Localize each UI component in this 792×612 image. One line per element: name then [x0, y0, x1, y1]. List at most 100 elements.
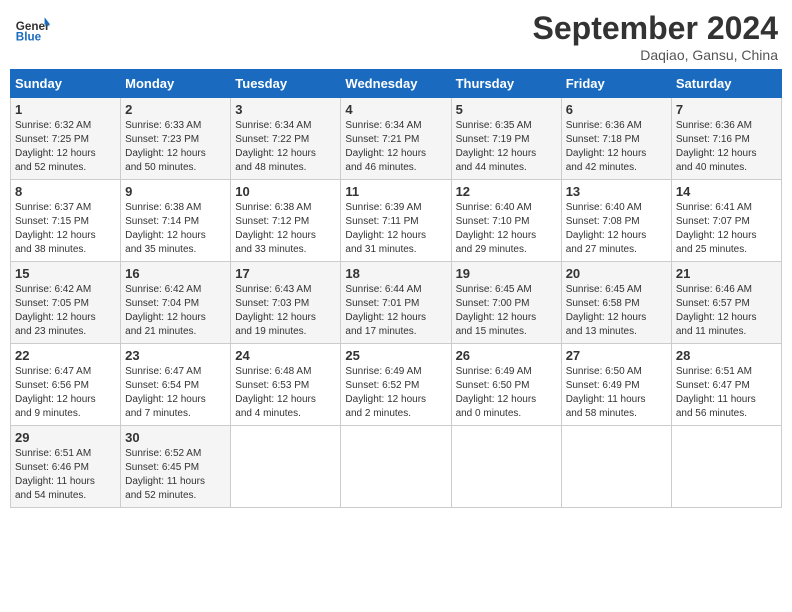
day-number: 20	[566, 266, 667, 281]
day-info: Sunrise: 6:40 AM Sunset: 7:08 PM Dayligh…	[566, 202, 647, 255]
day-info: Sunrise: 6:41 AM Sunset: 7:07 PM Dayligh…	[676, 202, 757, 255]
calendar-cell: 27 Sunrise: 6:50 AM Sunset: 6:49 PM Dayli…	[561, 344, 671, 426]
calendar-cell: 6 Sunrise: 6:36 AM Sunset: 7:18 PM Daylig…	[561, 98, 671, 180]
day-number: 27	[566, 348, 667, 363]
day-number: 30	[125, 430, 226, 445]
day-info: Sunrise: 6:33 AM Sunset: 7:23 PM Dayligh…	[125, 120, 206, 173]
day-info: Sunrise: 6:36 AM Sunset: 7:16 PM Dayligh…	[676, 120, 757, 173]
day-header-wednesday: Wednesday	[341, 70, 451, 98]
calendar-cell	[671, 426, 781, 508]
calendar-cell: 18 Sunrise: 6:44 AM Sunset: 7:01 PM Dayli…	[341, 262, 451, 344]
day-info: Sunrise: 6:47 AM Sunset: 6:54 PM Dayligh…	[125, 366, 206, 419]
day-info: Sunrise: 6:37 AM Sunset: 7:15 PM Dayligh…	[15, 202, 96, 255]
calendar-cell: 16 Sunrise: 6:42 AM Sunset: 7:04 PM Dayli…	[121, 262, 231, 344]
calendar-cell: 21Sunrise: 6:46 AM Sunset: 6:57 PM Dayli…	[671, 262, 781, 344]
calendar-cell: 30 Sunrise: 6:52 AM Sunset: 6:45 PM Dayli…	[121, 426, 231, 508]
svg-text:Blue: Blue	[16, 31, 42, 44]
calendar-cell	[451, 426, 561, 508]
day-info: Sunrise: 6:42 AM Sunset: 7:04 PM Dayligh…	[125, 284, 206, 337]
calendar-cell: 3 Sunrise: 6:34 AM Sunset: 7:22 PM Daylig…	[231, 98, 341, 180]
day-header-tuesday: Tuesday	[231, 70, 341, 98]
day-number: 28	[676, 348, 777, 363]
day-number: 1	[15, 102, 116, 117]
day-number: 3	[235, 102, 336, 117]
calendar-cell: 22 Sunrise: 6:47 AM Sunset: 6:56 PM Dayli…	[11, 344, 121, 426]
day-header-saturday: Saturday	[671, 70, 781, 98]
day-info: Sunrise: 6:34 AM Sunset: 7:22 PM Dayligh…	[235, 120, 316, 173]
calendar-cell: 14Sunrise: 6:41 AM Sunset: 7:07 PM Dayli…	[671, 180, 781, 262]
calendar-cell: 12 Sunrise: 6:40 AM Sunset: 7:10 PM Dayli…	[451, 180, 561, 262]
calendar-cell: 23Sunrise: 6:47 AM Sunset: 6:54 PM Dayli…	[121, 344, 231, 426]
calendar-cell: 2 Sunrise: 6:33 AM Sunset: 7:23 PM Daylig…	[121, 98, 231, 180]
calendar-cell	[341, 426, 451, 508]
calendar-cell: 24Sunrise: 6:48 AM Sunset: 6:53 PM Dayli…	[231, 344, 341, 426]
day-info: Sunrise: 6:50 AM Sunset: 6:49 PM Dayligh…	[566, 366, 646, 419]
day-number: 29	[15, 430, 116, 445]
logo-icon: General Blue	[14, 10, 50, 46]
calendar-cell: 5 Sunrise: 6:35 AM Sunset: 7:19 PM Daylig…	[451, 98, 561, 180]
day-number: 13	[566, 184, 667, 199]
calendar-cell	[231, 426, 341, 508]
day-info: Sunrise: 6:34 AM Sunset: 7:21 PM Dayligh…	[345, 120, 426, 173]
day-info: Sunrise: 6:51 AM Sunset: 6:46 PM Dayligh…	[15, 448, 95, 501]
calendar-cell: 19 Sunrise: 6:45 AM Sunset: 7:00 PM Dayli…	[451, 262, 561, 344]
day-number: 22	[15, 348, 116, 363]
day-info: Sunrise: 6:52 AM Sunset: 6:45 PM Dayligh…	[125, 448, 205, 501]
title-block: September 2024 Daqiao, Gansu, China	[533, 10, 778, 63]
day-header-monday: Monday	[121, 70, 231, 98]
location-subtitle: Daqiao, Gansu, China	[533, 47, 778, 63]
calendar-cell: 11Sunrise: 6:39 AM Sunset: 7:11 PM Dayli…	[341, 180, 451, 262]
logo: General Blue	[14, 10, 50, 46]
day-info: Sunrise: 6:38 AM Sunset: 7:14 PM Dayligh…	[125, 202, 206, 255]
days-header-row: SundayMondayTuesdayWednesdayThursdayFrid…	[11, 70, 782, 98]
day-number: 24	[235, 348, 336, 363]
day-info: Sunrise: 6:45 AM Sunset: 7:00 PM Dayligh…	[456, 284, 537, 337]
calendar-cell: 15 Sunrise: 6:42 AM Sunset: 7:05 PM Dayli…	[11, 262, 121, 344]
day-number: 2	[125, 102, 226, 117]
day-number: 17	[235, 266, 336, 281]
day-info: Sunrise: 6:36 AM Sunset: 7:18 PM Dayligh…	[566, 120, 647, 173]
calendar-cell: 29 Sunrise: 6:51 AM Sunset: 6:46 PM Dayli…	[11, 426, 121, 508]
day-number: 6	[566, 102, 667, 117]
day-header-thursday: Thursday	[451, 70, 561, 98]
calendar-table: SundayMondayTuesdayWednesdayThursdayFrid…	[10, 69, 782, 508]
calendar-cell: 26Sunrise: 6:49 AM Sunset: 6:50 PM Dayli…	[451, 344, 561, 426]
calendar-cell: 7Sunrise: 6:36 AM Sunset: 7:16 PM Daylig…	[671, 98, 781, 180]
week-row-3: 15 Sunrise: 6:42 AM Sunset: 7:05 PM Dayli…	[11, 262, 782, 344]
day-number: 9	[125, 184, 226, 199]
day-info: Sunrise: 6:44 AM Sunset: 7:01 PM Dayligh…	[345, 284, 426, 337]
page-header: General Blue September 2024 Daqiao, Gans…	[10, 10, 782, 63]
day-info: Sunrise: 6:35 AM Sunset: 7:19 PM Dayligh…	[456, 120, 537, 173]
calendar-cell: 1 Sunrise: 6:32 AM Sunset: 7:25 PM Daylig…	[11, 98, 121, 180]
day-info: Sunrise: 6:42 AM Sunset: 7:05 PM Dayligh…	[15, 284, 96, 337]
day-number: 5	[456, 102, 557, 117]
day-info: Sunrise: 6:47 AM Sunset: 6:56 PM Dayligh…	[15, 366, 96, 419]
week-row-5: 29 Sunrise: 6:51 AM Sunset: 6:46 PM Dayli…	[11, 426, 782, 508]
calendar-cell: 20Sunrise: 6:45 AM Sunset: 6:58 PM Dayli…	[561, 262, 671, 344]
calendar-cell: 17 Sunrise: 6:43 AM Sunset: 7:03 PM Dayli…	[231, 262, 341, 344]
calendar-cell: 13 Sunrise: 6:40 AM Sunset: 7:08 PM Dayli…	[561, 180, 671, 262]
day-number: 18	[345, 266, 446, 281]
day-number: 16	[125, 266, 226, 281]
day-number: 15	[15, 266, 116, 281]
day-number: 19	[456, 266, 557, 281]
calendar-cell: 8 Sunrise: 6:37 AM Sunset: 7:15 PM Daylig…	[11, 180, 121, 262]
day-info: Sunrise: 6:32 AM Sunset: 7:25 PM Dayligh…	[15, 120, 96, 173]
day-number: 21	[676, 266, 777, 281]
day-info: Sunrise: 6:43 AM Sunset: 7:03 PM Dayligh…	[235, 284, 316, 337]
week-row-2: 8 Sunrise: 6:37 AM Sunset: 7:15 PM Daylig…	[11, 180, 782, 262]
day-number: 8	[15, 184, 116, 199]
day-info: Sunrise: 6:40 AM Sunset: 7:10 PM Dayligh…	[456, 202, 537, 255]
day-info: Sunrise: 6:49 AM Sunset: 6:52 PM Dayligh…	[345, 366, 426, 419]
day-header-sunday: Sunday	[11, 70, 121, 98]
day-info: Sunrise: 6:49 AM Sunset: 6:50 PM Dayligh…	[456, 366, 537, 419]
calendar-cell: 28 Sunrise: 6:51 AM Sunset: 6:47 PM Dayli…	[671, 344, 781, 426]
day-header-friday: Friday	[561, 70, 671, 98]
day-number: 12	[456, 184, 557, 199]
day-number: 4	[345, 102, 446, 117]
week-row-4: 22 Sunrise: 6:47 AM Sunset: 6:56 PM Dayli…	[11, 344, 782, 426]
day-number: 25	[345, 348, 446, 363]
day-info: Sunrise: 6:51 AM Sunset: 6:47 PM Dayligh…	[676, 366, 756, 419]
day-number: 11	[345, 184, 446, 199]
week-row-1: 1 Sunrise: 6:32 AM Sunset: 7:25 PM Daylig…	[11, 98, 782, 180]
